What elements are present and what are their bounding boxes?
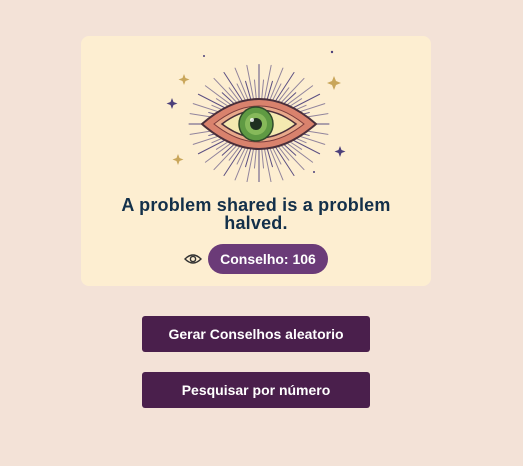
advice-text: A problem shared is a problem halved. <box>121 195 391 233</box>
search-by-number-button[interactable]: Pesquisar por número <box>142 372 370 408</box>
random-advice-button[interactable]: Gerar Conselhos aleatorio <box>142 316 370 352</box>
mystic-eye-icon <box>166 50 346 182</box>
eye-icon <box>184 254 203 264</box>
advice-counter-badge: Conselho: 106 <box>208 244 328 274</box>
advice-card: A problem shared is a problem halved. Co… <box>81 36 431 286</box>
advice-meta: Conselho: 106 <box>81 244 431 274</box>
